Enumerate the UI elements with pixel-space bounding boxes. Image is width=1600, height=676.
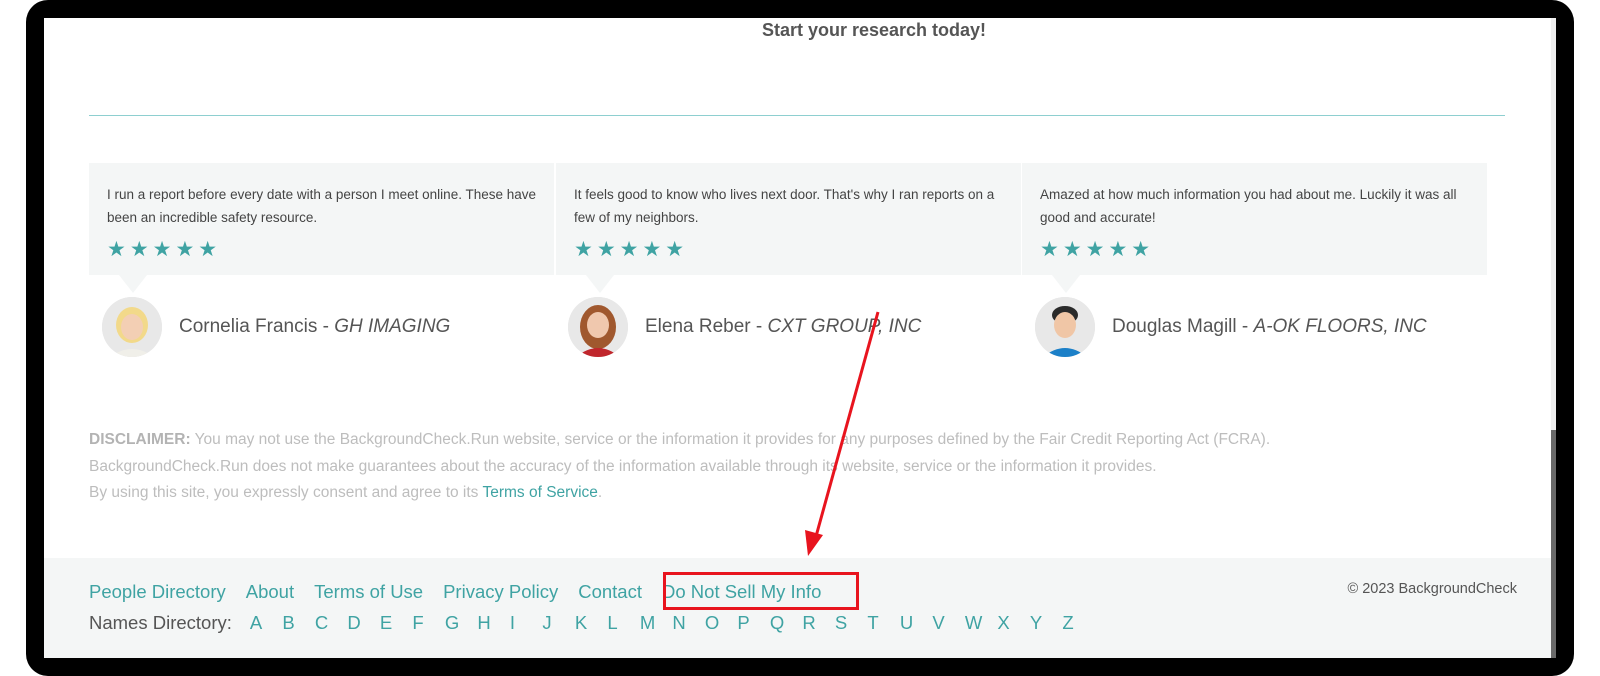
names-directory-label: Names Directory: [89,612,232,633]
footer-link-privacy-policy[interactable]: Privacy Policy [443,581,558,603]
disclaimer: DISCLAIMER: You may not use the Backgrou… [89,431,1271,501]
disclaimer-label: DISCLAIMER: [89,431,191,448]
footer-link-about[interactable]: About [246,581,294,603]
cta-heading: Start your research today! [761,20,987,40]
letter-link-i[interactable]: I [510,612,532,634]
page-viewport: Start your research today! I run a repor… [44,18,1554,658]
letter-link-k[interactable]: K [575,612,597,634]
footer-link-contact[interactable]: Contact [578,581,642,603]
footer: People Directory About Terms of Use Priv… [44,558,1554,658]
section-divider [89,115,1505,116]
letter-link-u[interactable]: U [900,612,922,634]
annotation-highlight-box [663,572,859,610]
author-name: Elena Reber - CXT GROUP, INC [645,316,922,337]
testimonial-card: I run a report before every date with a … [89,163,554,293]
letter-link-h[interactable]: H [477,612,499,634]
star-rating: ★★★★★ [107,238,222,261]
testimonial-text: I run a report before every date with a … [107,187,537,225]
page-scrollbar[interactable] [1551,18,1556,658]
avatar [102,297,162,357]
letter-link-z[interactable]: Z [1062,612,1084,634]
footer-link-terms-of-use[interactable]: Terms of Use [314,581,423,603]
scrollbar-thumb[interactable] [1551,430,1556,658]
author-name: Douglas Magill - A-OK FLOORS, INC [1112,316,1427,337]
letter-link-v[interactable]: V [932,612,954,634]
testimonial-card: It feels good to know who lives next doo… [556,163,1021,293]
letter-link-m[interactable]: M [640,612,662,634]
letter-link-c[interactable]: C [315,612,337,634]
avatar [1035,297,1095,357]
footer-link-people-directory[interactable]: People Directory [89,581,226,603]
letter-link-q[interactable]: Q [770,612,792,634]
letter-link-f[interactable]: F [412,612,434,634]
letter-link-a[interactable]: A [250,612,272,634]
letter-link-d[interactable]: D [347,612,369,634]
testimonial-text: It feels good to know who lives next doo… [574,187,995,225]
star-rating: ★★★★★ [1040,238,1155,261]
terms-of-service-link[interactable]: Terms of Service [482,484,597,501]
star-rating: ★★★★★ [574,238,689,261]
letter-link-n[interactable]: N [672,612,694,634]
letter-link-l[interactable]: L [607,612,629,634]
names-directory: Names Directory: A B C D E F G H I J K L… [89,612,1095,634]
testimonial-author: Cornelia Francis - GH IMAGING [102,297,450,357]
letter-link-b[interactable]: B [282,612,304,634]
testimonial-card: Amazed at how much information you had a… [1022,163,1487,293]
testimonial-text: Amazed at how much information you had a… [1040,187,1457,225]
letter-link-g[interactable]: G [445,612,467,634]
avatar [568,297,628,357]
copyright: © 2023 BackgroundCheck [1347,581,1517,597]
letter-link-y[interactable]: Y [1030,612,1052,634]
letter-link-p[interactable]: P [737,612,759,634]
letter-link-r[interactable]: R [802,612,824,634]
letter-link-w[interactable]: W [965,612,987,634]
letter-link-t[interactable]: T [867,612,889,634]
author-name: Cornelia Francis - GH IMAGING [179,316,451,337]
letter-link-j[interactable]: J [542,612,564,634]
testimonial-author: Douglas Magill - A-OK FLOORS, INC [1035,297,1427,357]
letter-link-o[interactable]: O [705,612,727,634]
testimonial-author: Elena Reber - CXT GROUP, INC [568,297,921,357]
letter-link-x[interactable]: X [997,612,1019,634]
letter-link-e[interactable]: E [380,612,402,634]
letter-link-s[interactable]: S [835,612,857,634]
